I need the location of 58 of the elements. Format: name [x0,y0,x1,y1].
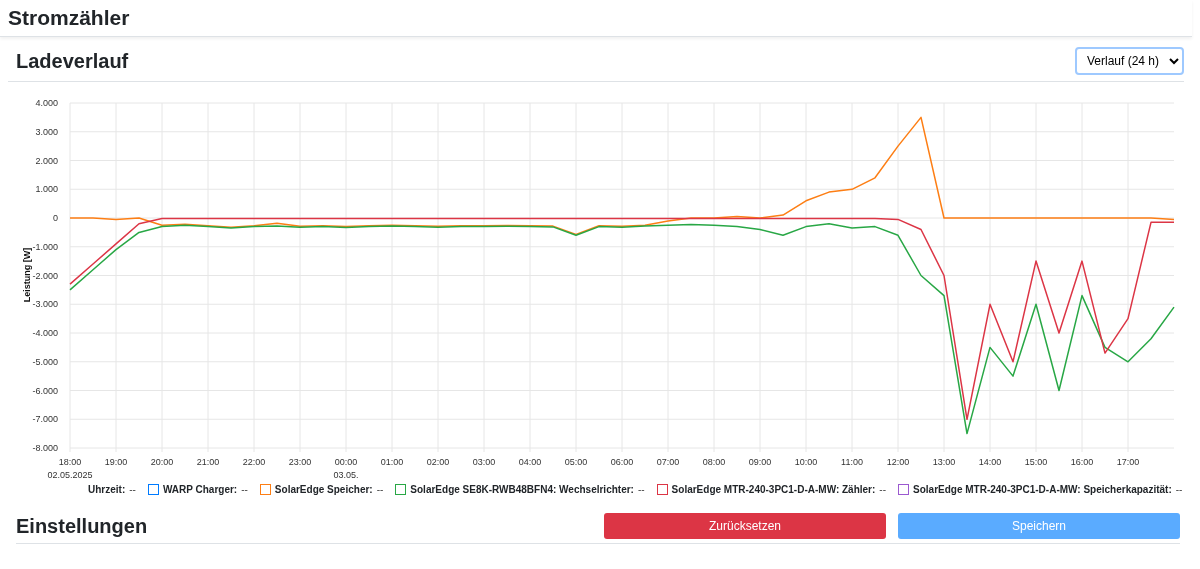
x-tick-label: 10:00 [794,457,818,467]
section-title: Einstellungen [16,514,148,538]
range-select[interactable]: Verlauf (24 h) [1075,47,1184,75]
y-tick-label: -1.000 [32,241,58,252]
legend-label: SolarEdge SE8K-RWB48BFN4: Wechselrichter: [410,484,634,495]
x-tick-label: 19:00 [104,457,128,467]
x-tick-label: 22:00 [242,457,266,467]
legend-label: SolarEdge Speicher: [274,484,373,495]
reset-button[interactable]: Zurücksetzen [604,513,886,539]
x-tick-label: 07:00 [656,457,680,467]
y-tick-label: 1.000 [35,184,58,195]
x-tick-label: 01:00 [380,457,404,467]
page-title: Stromzähler [8,6,130,30]
x-tick-label: 21:00 [196,457,220,467]
x-tick-label: 23:00 [288,457,312,467]
y-tick-label: 0 [53,213,58,223]
y-tick-label: -4.000 [32,328,58,338]
x-tick-label: 12:00 [886,457,910,467]
x-tick-label: 15:00 [1024,457,1048,467]
legend-value: -- [637,484,645,495]
y-tick-label: -7.000 [32,414,58,425]
x-tick-label: 16:00 [1070,457,1094,467]
legend-label: Uhrzeit: [88,484,126,495]
y-axis-label: Leistung [W] [22,247,32,303]
x-tick-label: 08:00 [702,457,726,467]
save-button[interactable]: Speichern [898,513,1180,539]
x-tick-label: 18:00 [58,457,82,467]
x-tick-label: 04:00 [518,457,542,467]
legend-label: SolarEdge MTR-240-3PC1-D-A-MW: Zähler: [671,484,876,495]
x-tick-label: 03:00 [472,457,496,467]
legend-label: SolarEdge MTR-240-3PC1-D-A-MW: Speicherkapazität: [913,484,1172,495]
legend-value: -- [1175,484,1183,495]
legend-value: -- [129,484,136,495]
x-tick-label: 14:00 [978,457,1002,467]
x-tick-label: 09:00 [748,457,772,467]
section-title: Ladeverlauf [16,49,129,73]
y-tick-label: 3.000 [35,126,58,137]
y-tick-label: -8.000 [32,443,58,453]
x-tick-label: 05:00 [564,457,588,467]
x-tick-label: 02:00 [426,457,450,467]
y-tick-label: -5.000 [32,356,58,367]
legend-label: WARP Charger: [162,484,238,495]
x-tick-label: 20:00 [150,457,174,467]
y-tick-label: -6.000 [32,385,58,396]
y-tick-label: -3.000 [32,299,58,310]
legend-value: -- [879,484,886,495]
y-tick-label: -2.000 [32,270,58,281]
y-tick-label: 4.000 [35,98,58,108]
x-tick-label: 11:00 [841,457,863,467]
x-tick-label: 00:00 [334,457,358,467]
x-tick-label: 17:00 [1116,457,1140,467]
legend-value: -- [376,484,384,495]
legend-value: -- [241,484,248,495]
x-tick-label: 06:00 [610,457,634,467]
x-tick-label: 13:00 [932,457,956,467]
date-label: 02.05.2025 [47,470,93,480]
y-tick-label: 2.000 [35,155,58,166]
date-label: 03.05. [333,470,359,480]
